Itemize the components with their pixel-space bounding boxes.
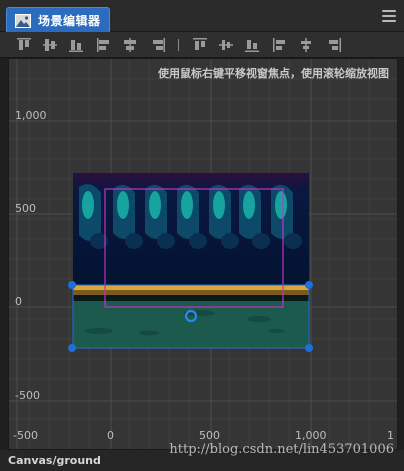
scene-editor-icon	[15, 13, 31, 28]
viewport-hint: 使用鼠标右键平移视窗焦点，使用滚轮缩放视图	[158, 67, 389, 80]
x-axis-label-1500-clipped: 1	[387, 429, 394, 442]
resize-handle-bottom-left[interactable]	[68, 344, 76, 352]
distribute-horizontal-center-icon[interactable]	[298, 37, 314, 53]
align-horizontal-center-icon[interactable]	[122, 37, 138, 53]
alignment-toolbar	[0, 32, 404, 58]
resize-handle-top-left[interactable]	[68, 281, 76, 289]
scene-viewport[interactable]: 使用鼠标右键平移视窗焦点，使用滚轮缩放视图 1,000 500 0 -500 -…	[8, 58, 398, 450]
distribute-vertical-center-icon[interactable]	[218, 37, 234, 53]
align-bottom-icon[interactable]	[68, 37, 84, 53]
scene-grid	[9, 59, 397, 449]
resize-handle-top-right[interactable]	[305, 281, 313, 289]
x-axis-label-neg500: -500	[13, 429, 38, 442]
watermark-text: http://blog.csdn.net/lin453701006	[169, 442, 394, 457]
toolbar-separator	[178, 39, 179, 51]
y-axis-label-1000: 1,000	[15, 109, 47, 122]
distribute-bottom-icon[interactable]	[244, 37, 260, 53]
x-axis-label-0: 0	[107, 429, 114, 442]
tab-bar: 场景编辑器	[0, 0, 404, 33]
selected-node-path: Canvas/ground	[8, 454, 101, 467]
hamburger-menu-icon[interactable]	[382, 10, 396, 22]
y-axis-label-neg500: -500	[15, 389, 40, 402]
tab-label: 场景编辑器	[38, 14, 101, 28]
align-vertical-center-icon[interactable]	[42, 37, 58, 53]
y-axis-label-0: 0	[15, 295, 22, 308]
x-axis-label-1000: 1,000	[295, 429, 327, 442]
align-right-icon[interactable]	[150, 37, 166, 53]
background-sprite[interactable]	[73, 173, 309, 285]
align-top-icon[interactable]	[16, 37, 32, 53]
ground-sprite[interactable]	[73, 285, 309, 348]
align-left-icon[interactable]	[96, 37, 112, 53]
x-axis-label-500: 500	[199, 429, 220, 442]
distribute-left-icon[interactable]	[272, 37, 288, 53]
tab-scene-editor[interactable]: 场景编辑器	[6, 7, 110, 33]
distribute-right-icon[interactable]	[326, 37, 342, 53]
resize-handle-bottom-right[interactable]	[305, 344, 313, 352]
distribute-top-icon[interactable]	[192, 37, 208, 53]
y-axis-label-500: 500	[15, 202, 36, 215]
